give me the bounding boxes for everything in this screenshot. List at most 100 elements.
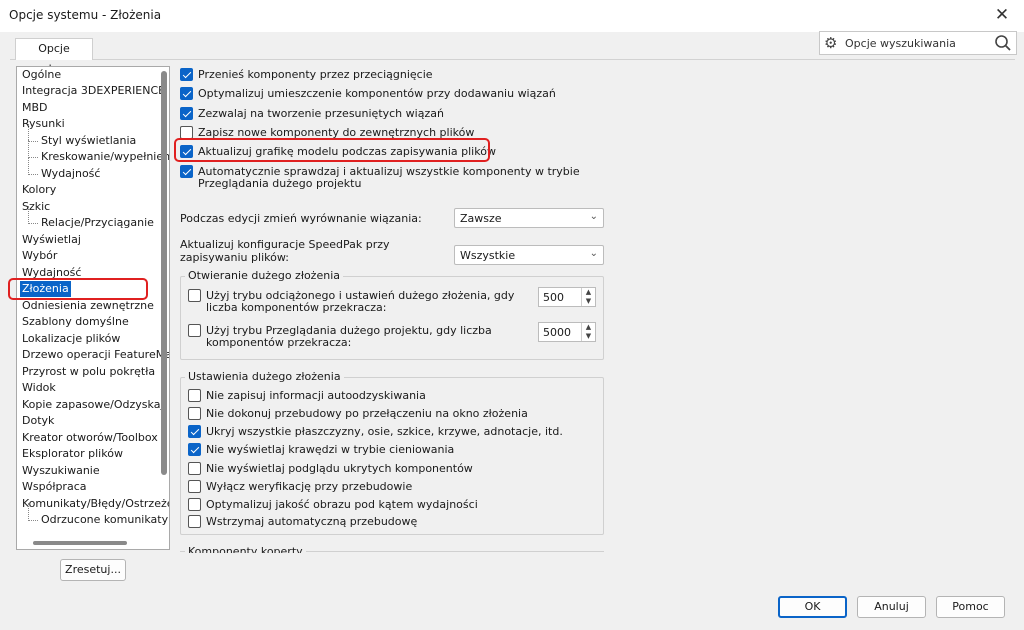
title-bar: Opcje systemu - Złożenia ✕ xyxy=(0,0,1024,32)
tree-horizontal-scrollbar[interactable] xyxy=(33,541,127,545)
tree-item-ogolne[interactable]: Ogólne xyxy=(22,67,61,83)
spinner-arrows[interactable]: ▲ ▼ xyxy=(581,288,595,306)
tree-vertical-scrollbar[interactable] xyxy=(161,71,167,475)
tree-item-widok[interactable]: Widok xyxy=(22,380,56,396)
option-auto-check-update[interactable]: Automatycznie sprawdzaj i aktualizuj wsz… xyxy=(180,164,580,192)
option-label: Wyłącz weryfikację przy przebudowie xyxy=(206,480,413,493)
option-suspend-auto-rebuild[interactable]: Wstrzymaj automatyczną przebudowę xyxy=(188,514,588,530)
checkbox[interactable] xyxy=(188,389,201,402)
speedpak-dropdown[interactable]: Wszystkie ⌄ xyxy=(454,245,604,265)
tree-item-odrzucone[interactable]: Odrzucone komunikaty xyxy=(27,503,168,528)
tree-item-styl-wyswietlania[interactable]: Styl wyświetlania xyxy=(27,124,136,149)
option-label: Optymalizuj umieszczenie komponentów prz… xyxy=(198,87,556,100)
option-label-line2: liczba komponentów przekracza: xyxy=(206,301,387,314)
option-optimize-placement[interactable]: Optymalizuj umieszczenie komponentów prz… xyxy=(180,86,560,102)
lightweight-threshold-spinner[interactable]: 500 ▲ ▼ xyxy=(538,287,596,307)
checkbox[interactable] xyxy=(188,515,201,528)
tree-item-wydajnosc-rysunki[interactable]: Wydajność xyxy=(27,157,100,182)
arrow-up-icon[interactable]: ▲ xyxy=(582,323,595,332)
checkbox[interactable] xyxy=(188,462,201,475)
option-large-design-review[interactable]: Użyj trybu Przeglądania dużego projektu,… xyxy=(188,323,508,351)
mate-alignment-dropdown[interactable]: Zawsze ⌄ xyxy=(454,208,604,228)
arrow-down-icon[interactable]: ▼ xyxy=(582,297,595,306)
tree-item-kreator-otworow[interactable]: Kreator otworów/Toolbox xyxy=(22,430,158,446)
option-label: Nie wyświetlaj podglądu ukrytych kompone… xyxy=(206,462,473,475)
search-options-field[interactable]: ⚙ Opcje wyszukiwania xyxy=(819,31,1017,55)
reset-button[interactable]: Zresetuj... xyxy=(60,559,126,581)
option-label: Przenieś komponenty przez przeciągnięcie xyxy=(198,68,433,81)
option-label-line2: komponentów przekracza: xyxy=(206,336,352,349)
checkbox[interactable] xyxy=(188,407,201,420)
option-label: Optymalizuj jakość obrazu pod kątem wyda… xyxy=(206,498,478,511)
option-move-components[interactable]: Przenieś komponenty przez przeciągnięcie xyxy=(180,67,560,83)
spinner-value[interactable]: 500 xyxy=(543,291,564,304)
group-title: Otwieranie dużego złożenia xyxy=(185,269,343,282)
option-label: Nie wyświetlaj krawędzi w trybie cieniow… xyxy=(206,443,455,456)
checkbox[interactable] xyxy=(180,68,193,81)
option-no-rebuild-on-switch[interactable]: Nie dokonuj przebudowy po przełączeniu n… xyxy=(188,406,588,422)
help-button[interactable]: Pomoc xyxy=(936,596,1005,618)
tree-item-wspolpraca[interactable]: Współpraca xyxy=(22,479,86,495)
tree-item-3dexperience[interactable]: Integracja 3DEXPERIENCE xyxy=(22,83,165,99)
option-disable-verification[interactable]: Wyłącz weryfikację przy przebudowie xyxy=(188,479,588,495)
tab-divider xyxy=(10,59,1015,60)
tree-item-wyszukiwanie[interactable]: Wyszukiwanie xyxy=(22,463,100,479)
option-label: Wstrzymaj automatyczną przebudowę xyxy=(206,515,418,528)
chevron-down-icon: ⌄ xyxy=(589,211,598,222)
arrow-down-icon[interactable]: ▼ xyxy=(582,332,595,341)
tree-item-wyswietlaj[interactable]: Wyświetlaj xyxy=(22,232,81,248)
tree-item-komunikaty[interactable]: Komunikaty/Błędy/Ostrzeże xyxy=(22,496,169,512)
checkbox[interactable] xyxy=(180,165,193,178)
tree-item-kolory[interactable]: Kolory xyxy=(22,182,56,198)
tab-system-options[interactable]: Opcje systemu xyxy=(15,38,93,75)
checkbox[interactable] xyxy=(180,87,193,100)
ok-button[interactable]: OK xyxy=(778,596,847,618)
highlight-update-graphics xyxy=(174,138,490,162)
tree-item-dotyk[interactable]: Dotyk xyxy=(22,413,54,429)
options-tree[interactable]: Ogólne Integracja 3DEXPERIENCE MBD Rysun… xyxy=(16,66,170,550)
speedpak-label-line2: zapisywaniu plików: xyxy=(180,251,289,264)
mate-alignment-label: Podczas edycji zmień wyrównanie wiązania… xyxy=(180,212,422,225)
option-hide-planes-axes[interactable]: Ukryj wszystkie płaszczyzny, osie, szkic… xyxy=(188,424,588,440)
option-no-hidden-preview[interactable]: Nie wyświetlaj podglądu ukrytych kompone… xyxy=(188,461,588,477)
checkbox[interactable] xyxy=(188,443,201,456)
tree-item-odniesienia[interactable]: Odniesienia zewnętrzne xyxy=(22,298,154,314)
tree-item-szablony[interactable]: Szablony domyślne xyxy=(22,314,129,330)
checkbox[interactable] xyxy=(180,107,193,120)
checkbox[interactable] xyxy=(188,498,201,511)
spinner-arrows[interactable]: ▲ ▼ xyxy=(581,323,595,341)
checkbox[interactable] xyxy=(188,480,201,493)
gear-icon[interactable]: ⚙ xyxy=(824,33,837,53)
dropdown-value: Wszystkie xyxy=(460,249,516,262)
option-label: Nie dokonuj przebudowy po przełączeniu n… xyxy=(206,407,528,420)
group-title: Ustawienia dużego złożenia xyxy=(185,370,344,383)
arrow-up-icon[interactable]: ▲ xyxy=(582,288,595,297)
option-label-line2: Przeglądania dużego projektu xyxy=(198,177,362,190)
tree-item-mbd[interactable]: MBD xyxy=(22,100,48,116)
tree-item-relacje[interactable]: Relacje/Przyciąganie xyxy=(28,206,154,231)
option-lightweight-mode[interactable]: Użyj trybu odciążonego i ustawień dużego… xyxy=(188,288,514,316)
checkbox[interactable] xyxy=(188,289,201,302)
option-no-edges-shaded[interactable]: Nie wyświetlaj krawędzi w trybie cieniow… xyxy=(188,442,588,458)
search-placeholder: Opcje wyszukiwania xyxy=(845,37,956,50)
window-title: Opcje systemu - Złożenia xyxy=(9,8,162,22)
option-offset-mates[interactable]: Zezwalaj na tworzenie przesuniętych wiąz… xyxy=(180,106,560,122)
tree-item-kopie[interactable]: Kopie zapasowe/Odzyskaj xyxy=(22,397,164,413)
option-no-autorecover[interactable]: Nie zapisuj informacji autoodzyskiwania xyxy=(188,388,588,404)
option-optimize-image-quality[interactable]: Optymalizuj jakość obrazu pod kątem wyda… xyxy=(188,497,588,513)
tree-item-eksplorator[interactable]: Eksplorator plików xyxy=(22,446,123,462)
close-icon[interactable]: ✕ xyxy=(992,5,1012,25)
speedpak-label-line1: Aktualizuj konfiguracje SpeedPak przy xyxy=(180,238,390,251)
tree-item-lokalizacje[interactable]: Lokalizacje plików xyxy=(22,331,120,347)
checkbox[interactable] xyxy=(188,324,201,337)
spinner-value[interactable]: 5000 xyxy=(543,326,571,339)
cancel-button[interactable]: Anuluj xyxy=(857,596,926,618)
search-icon[interactable] xyxy=(994,34,1012,55)
checkbox[interactable] xyxy=(188,425,201,438)
tree-item-wybor[interactable]: Wybór xyxy=(22,248,57,264)
design-review-threshold-spinner[interactable]: 5000 ▲ ▼ xyxy=(538,322,596,342)
tree-item-drzewo-operacji[interactable]: Drzewo operacji FeatureMa xyxy=(22,347,169,363)
tree-item-kreskowanie[interactable]: Kreskowanie/wypełnien xyxy=(27,140,169,165)
tree-item-przyrost[interactable]: Przyrost w polu pokrętła xyxy=(22,364,155,380)
dropdown-value: Zawsze xyxy=(460,212,502,225)
